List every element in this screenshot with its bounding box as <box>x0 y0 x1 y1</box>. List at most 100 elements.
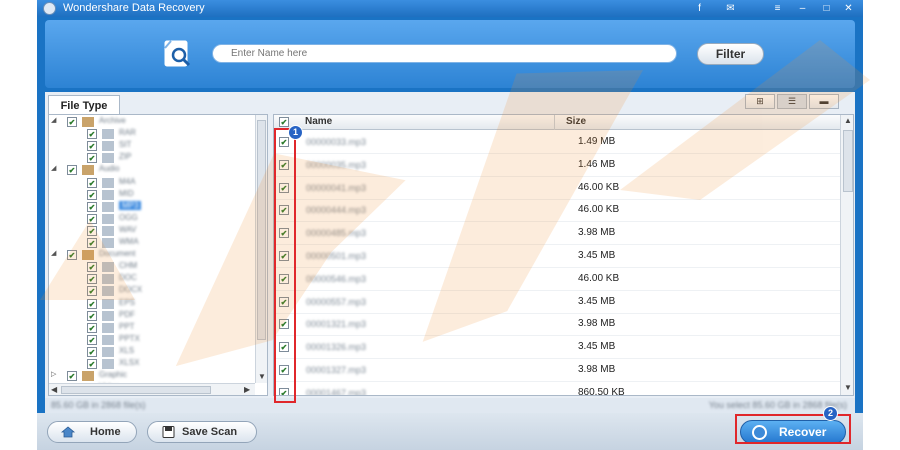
table-row[interactable]: ✔ 00001321.mp3 3.98 MB <box>274 313 840 337</box>
tab-file-type[interactable]: File Type <box>48 95 120 115</box>
tree-item[interactable]: ▷ ✔ Graphic <box>49 370 249 382</box>
tree-item[interactable]: ✔ DOC <box>49 273 249 285</box>
file-name: 00001326.mp3 <box>306 342 367 353</box>
tree-item-label: WMA <box>119 237 139 246</box>
list-scroll-thumb[interactable] <box>843 130 853 192</box>
close-icon[interactable]: ✕ <box>843 3 854 14</box>
filter-button[interactable]: Filter <box>697 43 764 65</box>
scroll-up-icon[interactable]: ▲ <box>841 116 853 128</box>
facebook-icon[interactable]: f <box>694 3 705 14</box>
file-size: 3.98 MB <box>578 364 616 375</box>
tree-item[interactable]: ✔ MID <box>49 189 249 201</box>
maximize-icon[interactable]: □ <box>821 3 832 14</box>
collapse-icon[interactable]: ◢ <box>51 249 59 257</box>
scroll-down-icon[interactable]: ▼ <box>841 383 853 395</box>
tree-item[interactable]: ✔ CHM <box>49 261 249 273</box>
expand-icon[interactable]: ▷ <box>51 370 59 378</box>
tree-item-checkbox[interactable]: ✔ <box>87 213 97 224</box>
tree-item[interactable]: ✔ PDF <box>49 310 249 322</box>
table-row[interactable]: ✔ 00001326.mp3 3.45 MB <box>274 336 840 360</box>
tree-item-checkbox[interactable]: ✔ <box>67 371 77 382</box>
table-row[interactable]: ✔ 00000041.mp3 46.00 KB <box>274 177 840 200</box>
tree-item-checkbox[interactable]: ✔ <box>87 346 97 357</box>
home-button[interactable]: Home <box>47 421 137 443</box>
tree-item[interactable]: ✔ DOCX <box>49 285 249 297</box>
collapse-icon[interactable]: ◢ <box>51 164 59 172</box>
tree-item-label: XLS <box>119 345 135 355</box>
table-row[interactable]: ✔ 00000444.mp3 46.00 KB <box>274 199 840 223</box>
table-row[interactable]: ✔ 00000485.mp3 3.98 MB <box>274 222 840 246</box>
tree-item[interactable]: ✔ M4A <box>49 177 249 189</box>
tree-horizontal-scrollbar[interactable]: ◀ ▶ <box>49 383 255 395</box>
select-all-checkbox[interactable]: ✔ <box>279 117 289 127</box>
list-vertical-scrollbar[interactable]: ▲ ▼ <box>840 115 853 395</box>
list-view-button[interactable]: ☰ <box>777 94 807 109</box>
tree-item-checkbox[interactable]: ✔ <box>87 225 97 236</box>
scroll-down-icon[interactable]: ▼ <box>256 372 267 383</box>
app-window: Wondershare Data Recovery f ✉ ≡ – □ ✕ Fi… <box>37 0 863 450</box>
tree-item[interactable]: ✔ PPT <box>49 322 249 334</box>
collapse-icon[interactable]: ◢ <box>51 116 59 124</box>
tree-item-checkbox[interactable]: ✔ <box>87 141 97 152</box>
tree-item-checkbox[interactable]: ✔ <box>87 201 97 212</box>
search-input[interactable] <box>212 44 677 63</box>
table-row[interactable]: ✔ 00000033.mp3 1.49 MB <box>274 131 840 154</box>
tree-item-checkbox[interactable]: ✔ <box>67 250 77 261</box>
tree-item-checkbox[interactable]: ✔ <box>67 117 77 127</box>
tree-hscroll-thumb[interactable] <box>61 386 211 394</box>
tree-item[interactable]: ✔ WMA <box>49 237 249 249</box>
table-row[interactable]: ✔ 00000546.mp3 46.00 KB <box>274 268 840 291</box>
tree-item-checkbox[interactable]: ✔ <box>87 286 97 297</box>
tree-item[interactable]: ✔ XLSX <box>49 358 249 370</box>
minimize-icon[interactable]: – <box>797 3 808 14</box>
table-row[interactable]: ✔ 00000557.mp3 3.45 MB <box>274 291 840 314</box>
tree-item[interactable]: ✔ SIT <box>49 140 249 152</box>
tree-item-checkbox[interactable]: ✔ <box>87 189 97 200</box>
tree-item-checkbox[interactable]: ✔ <box>87 153 97 164</box>
tree-item-checkbox[interactable]: ✔ <box>87 262 97 273</box>
tree-item[interactable]: ✔ OGG <box>49 213 249 225</box>
scroll-left-icon[interactable]: ◀ <box>51 385 57 394</box>
detail-view-button[interactable]: ▬ <box>809 94 839 109</box>
tree-item[interactable]: ✔ WAV <box>49 225 249 237</box>
table-row[interactable]: ✔ 00000501.mp3 3.45 MB <box>274 245 840 268</box>
tree-item[interactable]: ✔ RAR <box>49 128 249 140</box>
tree-item-checkbox[interactable]: ✔ <box>67 165 77 176</box>
tree-item-checkbox[interactable]: ✔ <box>87 334 97 345</box>
tree-item-checkbox[interactable]: ✔ <box>87 359 97 369</box>
tree-item[interactable]: ✔ XLS <box>49 346 249 358</box>
tree-vertical-scrollbar[interactable]: ▼ <box>255 115 267 383</box>
column-header-size[interactable]: Size <box>566 116 586 127</box>
file-type-icon <box>102 322 114 333</box>
table-row[interactable]: ✔ 00000035.mp3 1.46 MB <box>274 154 840 177</box>
tree-item[interactable]: ◢ ✔ Audio <box>49 164 249 176</box>
tree-item-checkbox[interactable]: ✔ <box>87 298 97 309</box>
table-row[interactable]: ✔ 00001327.mp3 3.98 MB <box>274 359 840 382</box>
column-header-name[interactable]: Name <box>305 116 332 127</box>
tree-scroll-thumb[interactable] <box>257 120 266 340</box>
tree-item-checkbox[interactable]: ✔ <box>87 177 97 188</box>
column-divider[interactable] <box>554 115 555 130</box>
thumbnail-view-button[interactable]: ⊞ <box>745 94 775 109</box>
tree-item[interactable]: ✔ ZIP <box>49 152 249 164</box>
tree-item[interactable]: ✔ MP3 <box>49 200 249 213</box>
tree-item-checkbox[interactable]: ✔ <box>87 274 97 285</box>
tree-item[interactable]: ✔ PPTX <box>49 334 249 346</box>
tree-item[interactable]: ◢ ✔ Document <box>49 249 249 261</box>
tree-item[interactable]: ✔ EPS <box>49 298 249 310</box>
feedback-icon[interactable]: ✉ <box>725 3 736 14</box>
scroll-right-icon[interactable]: ▶ <box>244 385 250 394</box>
table-row[interactable]: ✔ 00001467.mp3 860.50 KB <box>274 382 840 396</box>
tree-item-checkbox[interactable]: ✔ <box>87 129 97 140</box>
file-type-icon <box>102 213 114 224</box>
menu-icon[interactable]: ≡ <box>772 3 783 14</box>
tree-item-checkbox[interactable]: ✔ <box>87 322 97 333</box>
search-panel: Filter <box>45 20 855 88</box>
save-scan-button[interactable]: Save Scan <box>147 421 257 443</box>
tree-item-checkbox[interactable]: ✔ <box>87 310 97 321</box>
tree-item-checkbox[interactable]: ✔ <box>87 238 97 248</box>
tree-item[interactable]: ◢ ✔ Archive <box>49 116 249 128</box>
file-size: 860.50 KB <box>578 386 625 396</box>
tree-item-label: CHM <box>119 261 138 271</box>
file-name: 00000033.mp3 <box>306 137 367 147</box>
